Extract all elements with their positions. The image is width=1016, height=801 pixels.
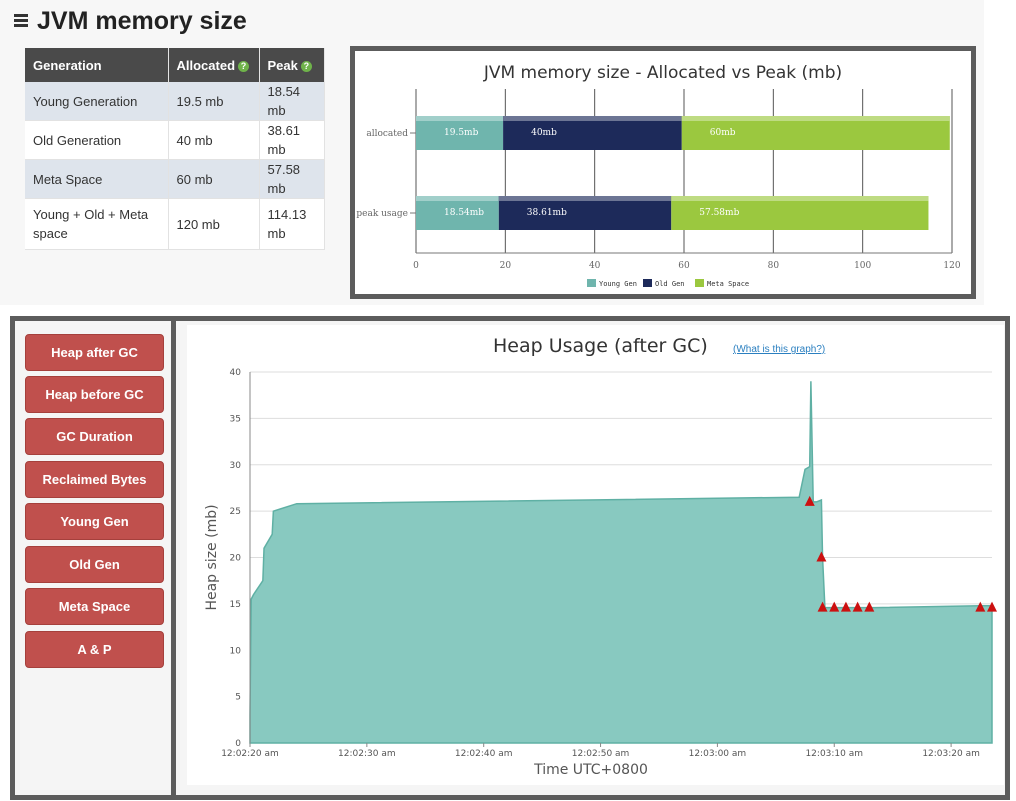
young-gen-button[interactable]: Young Gen	[25, 503, 164, 540]
bar-segment	[498, 196, 672, 230]
table-header-row: Generation Allocated? Peak?	[25, 48, 325, 82]
x-tick-label: 12:03:10 am	[805, 749, 863, 759]
heap-chart-title: Heap Usage (after GC)	[493, 335, 708, 357]
bar-highlight	[416, 196, 499, 201]
bar-segment	[503, 116, 682, 150]
table-row: Meta Space 60 mb 57.58 mb	[25, 159, 325, 199]
meta-space-button[interactable]: Meta Space	[25, 588, 164, 625]
allocated-cell: 19.5 mb	[168, 82, 260, 121]
allocated-cell: 120 mb	[168, 198, 260, 250]
legend-label: Meta Space	[707, 280, 749, 288]
category-label: allocated	[366, 129, 408, 139]
y-axis-title: Heap size (mb)	[204, 504, 220, 610]
allocated-cell: 60 mb	[168, 159, 260, 199]
y-tick-label: 10	[230, 646, 242, 656]
heap-after-gc-button[interactable]: Heap after GC	[25, 334, 164, 371]
allocated-cell: 40 mb	[168, 120, 260, 160]
memory-bar-chart: JVM memory size - Allocated vs Peak (mb)…	[350, 46, 976, 299]
category-label: peak usage	[356, 209, 408, 219]
gc-marker	[852, 601, 863, 612]
peak-cell: 114.13 mb	[259, 198, 325, 250]
legend-swatch	[587, 279, 596, 287]
bar-highlight	[498, 196, 672, 201]
heap-before-gc-button[interactable]: Heap before GC	[25, 376, 164, 413]
jvm-memory-section: JVM memory size Generation Allocated? Pe…	[0, 0, 984, 305]
heap-area	[249, 381, 993, 744]
x-tick-label: 12:02:50 am	[572, 749, 630, 759]
bar-value-label: 18.54mb	[444, 208, 484, 218]
list-icon	[14, 14, 28, 27]
peak-cell: 38.61 mb	[259, 120, 325, 160]
x-tick-label: 12:02:40 am	[455, 749, 513, 759]
bar-highlight	[503, 116, 682, 121]
gc-marker	[864, 601, 875, 612]
x-tick-label: 12:02:20 am	[221, 749, 279, 759]
heap-panel: Heap after GC Heap before GC GC Duration…	[10, 316, 1010, 800]
gc-marker	[840, 601, 851, 612]
heap-chart: Heap Usage (after GC) (What is this grap…	[187, 325, 1004, 785]
memory-table: Generation Allocated? Peak? Young Genera…	[25, 48, 325, 250]
x-axis-title: Time UTC+0800	[533, 762, 648, 778]
x-tick-label: 12:03:00 am	[689, 749, 747, 759]
generation-cell: Young + Old + Meta space	[25, 198, 169, 250]
peak-cell: 18.54 mb	[259, 82, 325, 121]
table-row: Young Generation 19.5 mb 18.54 mb	[25, 82, 325, 121]
col-peak: Peak?	[259, 48, 325, 82]
chart-title: JVM memory size - Allocated vs Peak (mb)	[483, 63, 842, 83]
graph-nav: Heap after GC Heap before GC GC Duration…	[15, 321, 176, 795]
y-tick-label: 5	[235, 693, 241, 703]
generation-cell: Old Generation	[25, 120, 169, 160]
y-tick-label: 30	[230, 461, 242, 471]
page-title: JVM memory size	[12, 4, 247, 38]
page-title-text: JVM memory size	[37, 6, 247, 35]
x-tick-label: 100	[854, 261, 871, 271]
y-tick-label: 0	[235, 739, 241, 749]
col-generation: Generation	[25, 48, 169, 82]
y-tick-label: 35	[230, 414, 241, 424]
legend-label: Young Gen	[599, 280, 637, 288]
y-tick-label: 15	[230, 600, 241, 610]
x-tick-label: 120	[943, 261, 960, 271]
bar-value-label: 38.61mb	[527, 208, 567, 218]
col-allocated: Allocated?	[168, 48, 260, 82]
old-gen-button[interactable]: Old Gen	[25, 546, 164, 583]
reclaimed-bytes-button[interactable]: Reclaimed Bytes	[25, 461, 164, 498]
peak-cell: 57.58 mb	[259, 159, 325, 199]
legend-swatch	[695, 279, 704, 287]
table-row: Young + Old + Meta space 120 mb 114.13 m…	[25, 198, 325, 250]
heap-chart-svg: 0 5 10 15 20 25 30 35 40 12:02:20 am 12:02:30 am 12…	[204, 368, 997, 778]
x-tick-label: 0	[413, 261, 419, 271]
memory-bar-chart-svg: JVM memory size - Allocated vs Peak (mb)…	[356, 63, 960, 288]
bar-value-label: 57.58mb	[699, 208, 739, 218]
legend-swatch	[643, 279, 652, 287]
help-icon[interactable]: ?	[300, 60, 312, 72]
bar-value-label: 60mb	[710, 128, 736, 138]
y-tick-label: 40	[230, 368, 242, 378]
x-tick-label: 12:03:20 am	[922, 749, 980, 759]
x-tick-label: 40	[589, 261, 601, 271]
table-row: Old Generation 40 mb 38.61 mb	[25, 120, 325, 160]
y-tick-label: 20	[230, 554, 242, 564]
generation-cell: Meta Space	[25, 159, 169, 199]
bar-highlight	[681, 116, 950, 121]
x-tick-label: 12:02:30 am	[338, 749, 396, 759]
what-is-this-graph-link[interactable]: (What is this graph?)	[733, 344, 825, 355]
help-icon[interactable]: ?	[238, 60, 250, 72]
x-tick-label: 80	[768, 261, 780, 271]
x-tick-label: 60	[678, 261, 690, 271]
bar-highlight	[671, 196, 929, 201]
x-tick-label: 20	[500, 261, 512, 271]
y-tick-label: 25	[230, 507, 241, 517]
bar-value-label: 40mb	[531, 128, 557, 138]
bar-highlight	[416, 116, 504, 121]
legend-label: Old Gen	[655, 280, 685, 288]
gc-marker	[829, 601, 840, 612]
bar-value-label: 19.5mb	[444, 128, 479, 138]
gc-duration-button[interactable]: GC Duration	[25, 418, 164, 455]
a-and-p-button[interactable]: A & P	[25, 631, 164, 668]
generation-cell: Young Generation	[25, 82, 169, 121]
